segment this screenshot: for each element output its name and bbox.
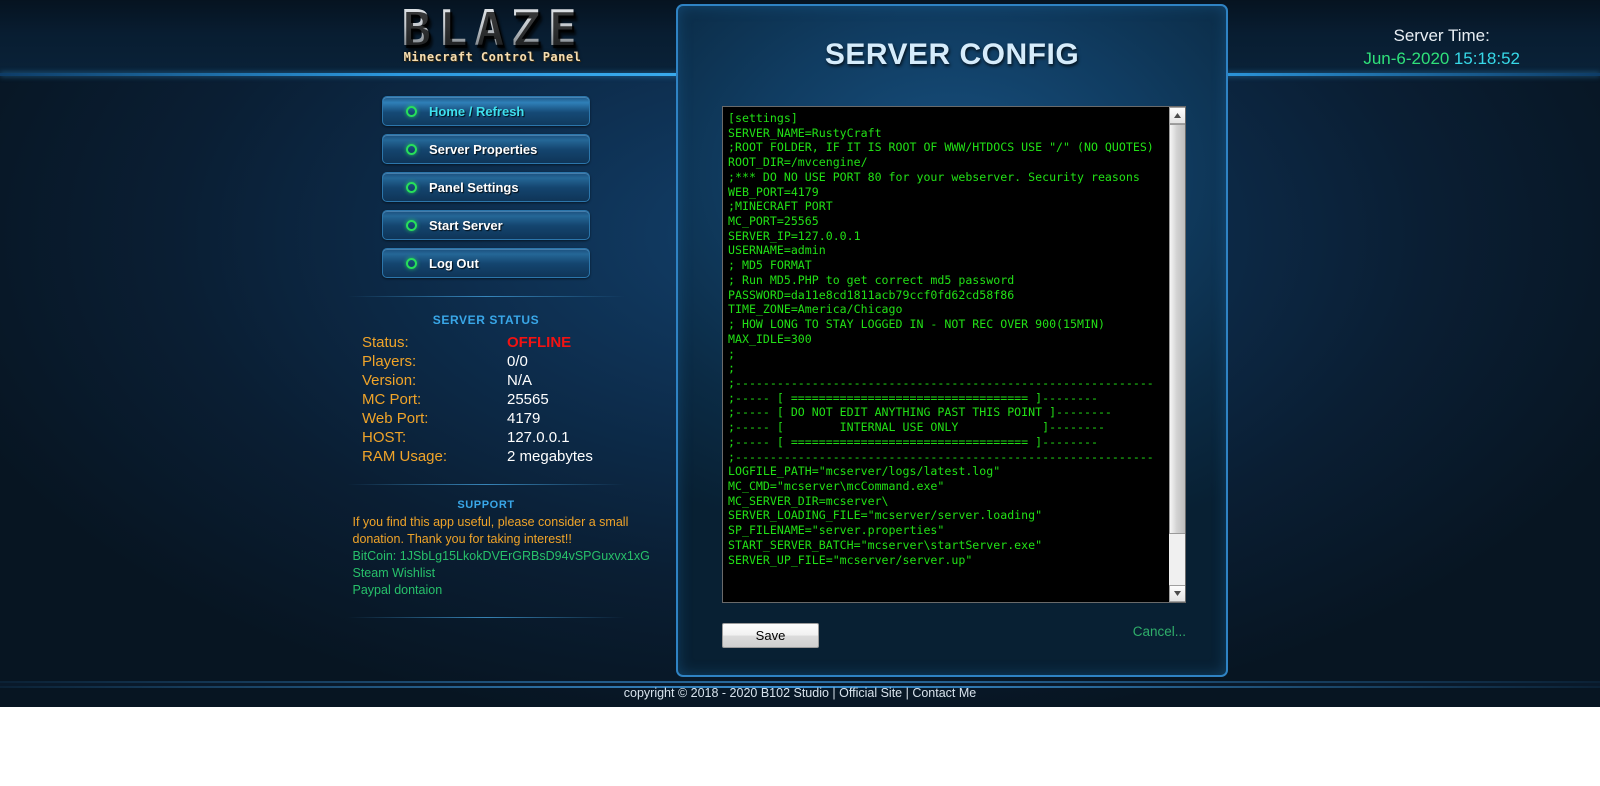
status-dot-icon xyxy=(406,105,417,117)
server-time-block: Server Time: Jun-6-2020 15:18:52 xyxy=(1363,24,1520,71)
status-row-value: 25565 xyxy=(507,391,549,408)
status-row: Web Port: 4179 xyxy=(352,409,620,428)
sidebar-divider-bottom xyxy=(347,617,625,618)
status-row-label: Players: xyxy=(362,353,417,370)
scroll-up-arrow-icon[interactable] xyxy=(1169,107,1185,124)
status-row: Players: 0/0 xyxy=(352,352,620,371)
footer-text: copyright © 2018 - 2020 B102 Studio | Of… xyxy=(0,686,1600,700)
support-message: If you find this app useful, please cons… xyxy=(352,515,629,546)
status-row-value: 4179 xyxy=(507,410,541,427)
status-row-value: 127.0.0.1 xyxy=(507,429,570,446)
config-editor[interactable]: [settings] SERVER_NAME=RustyCraft ;ROOT … xyxy=(722,106,1186,603)
server-status-title: SERVER STATUS xyxy=(432,313,540,327)
footer-contact-link[interactable]: Contact Me xyxy=(912,686,976,700)
sidebar-item-home-refresh[interactable]: Home / Refresh xyxy=(382,96,590,126)
status-row-label: Version: xyxy=(362,372,417,389)
sidebar-item-label: Home / Refresh xyxy=(429,103,525,119)
steam-wishlist-link[interactable]: Steam Wishlist xyxy=(353,565,629,582)
sidebar-item-label: Log Out xyxy=(429,255,479,271)
status-row: RAM Usage: 2 megabytes xyxy=(352,447,620,466)
status-dot-icon xyxy=(406,257,417,269)
server-time-value: Jun-6-2020 15:18:52 xyxy=(1363,47,1520,71)
status-row: MC Port: 25565 xyxy=(352,390,620,409)
cancel-link[interactable]: Cancel... xyxy=(1133,624,1186,639)
sidebar-divider-top xyxy=(347,296,625,297)
sidebar-item-start-server[interactable]: Start Server xyxy=(382,210,590,240)
logo-title: BLAZE xyxy=(350,2,635,56)
server-config-panel: SERVER CONFIG [settings] SERVER_NAME=Rus… xyxy=(676,4,1228,677)
app-logo[interactable]: BLAZE Minecraft Control Panel xyxy=(350,2,635,74)
server-time-date: Jun-6-2020 xyxy=(1363,49,1450,68)
status-row: Version: N/A xyxy=(352,371,620,390)
bitcoin-address-link[interactable]: BitCoin: 1JSbLg15LkokDVErGRBsD94vSPGuxvx… xyxy=(353,548,650,565)
footer-separator: | xyxy=(902,686,913,700)
status-row: Status: OFFLINE xyxy=(352,333,620,352)
status-row-label: MC Port: xyxy=(362,391,422,408)
status-row-label: Status: xyxy=(362,334,409,351)
server-time-clock: 15:18:52 xyxy=(1453,49,1520,68)
footer-copyright: copyright © 2018 - 2020 B102 Studio | xyxy=(623,686,840,700)
status-row-value: N/A xyxy=(507,372,533,389)
sidebar-item-panel-settings[interactable]: Panel Settings xyxy=(382,172,590,202)
status-row-label: RAM Usage: xyxy=(362,448,448,465)
server-status-table: Status: OFFLINE Players: 0/0 Version: N/A MC P… xyxy=(352,333,620,466)
status-dot-icon xyxy=(406,181,417,193)
status-row-value: 2 megabytes xyxy=(507,448,593,465)
app-root: BLAZE Minecraft Control Panel Server Tim… xyxy=(0,0,1600,786)
sidebar-divider-middle xyxy=(347,484,625,485)
status-row: HOST: 127.0.0.1 xyxy=(352,428,620,447)
sidebar-item-label: Server Properties xyxy=(429,141,538,157)
support-block: If you find this app useful, please cons… xyxy=(344,514,650,599)
scrollbar-track[interactable] xyxy=(1169,124,1185,585)
status-row-label: HOST: xyxy=(362,429,407,446)
sidebar-item-server-properties[interactable]: Server Properties xyxy=(382,134,590,164)
footer-official-site-link[interactable]: Official Site xyxy=(839,686,902,700)
page-bottom-fill xyxy=(0,707,1600,786)
status-row-value: 0/0 xyxy=(507,353,528,370)
sidebar: Home / Refresh Server Properties Panel Set… xyxy=(340,96,650,618)
status-badge: OFFLINE xyxy=(507,334,572,351)
scroll-down-arrow-icon[interactable] xyxy=(1169,585,1185,602)
support-title: SUPPORT xyxy=(457,499,515,511)
sidebar-menu: Home / Refresh Server Properties Panel Set… xyxy=(340,96,632,278)
page-title: SERVER CONFIG xyxy=(824,38,1080,71)
status-dot-icon xyxy=(406,143,417,155)
server-time-label: Server Time: xyxy=(1393,26,1490,45)
config-textarea[interactable]: [settings] SERVER_NAME=RustyCraft ;ROOT … xyxy=(723,107,1168,602)
scrollbar-thumb[interactable] xyxy=(1169,124,1185,534)
config-scrollbar[interactable] xyxy=(1168,107,1185,602)
paypal-donation-link[interactable]: Paypal dontaion xyxy=(353,582,629,599)
status-row-label: Web Port: xyxy=(362,410,429,427)
sidebar-item-log-out[interactable]: Log Out xyxy=(382,248,590,278)
status-dot-icon xyxy=(406,219,417,231)
sidebar-item-label: Panel Settings xyxy=(429,179,519,195)
sidebar-item-label: Start Server xyxy=(429,217,503,233)
save-button[interactable]: Save xyxy=(722,623,819,648)
